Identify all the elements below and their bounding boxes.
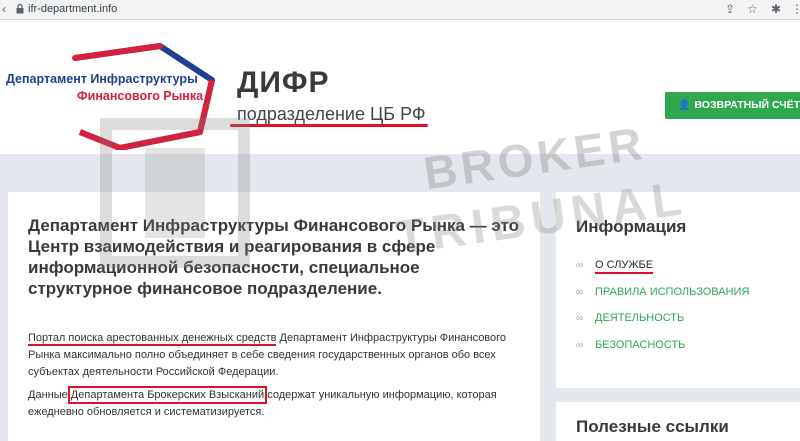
sidebar-title: Информация — [576, 217, 687, 236]
browser-address-bar: ‹ ifr-department.info ⇪ ☆ ✱ ⋮ — [0, 0, 800, 20]
sidebar-item-activity[interactable]: ∞ ДЕЯТЕЛЬНОСТЬ — [576, 312, 684, 324]
extension-icon[interactable]: ✱ — [771, 2, 781, 16]
intro-paragraph: Портал поиска арестованных денежных сред… — [28, 330, 528, 381]
site-header: Департамент Инфраструктуры Финансового Р… — [0, 20, 800, 154]
main-content-card: Департамент Инфраструктуры Финансового Р… — [8, 192, 540, 441]
sidebar-item-label: ПРАВИЛА ИСПОЛЬЗОВАНИЯ — [595, 286, 750, 298]
data-paragraph-start: Данные — [28, 389, 71, 401]
menu-icon[interactable]: ⋮ — [791, 2, 800, 16]
refund-button-label: ВОЗВРАТНЫЙ СЧЁТ — [694, 99, 800, 111]
highlighted-department-text: Департамента Брокерских Взысканий — [67, 386, 268, 404]
highlighted-portal-text: Портал поиска арестованных денежных сред… — [28, 332, 277, 346]
sidebar-item-label: ДЕЯТЕЛЬНОСТЬ — [595, 312, 685, 324]
logo-text-line2: Финансового Рынка — [77, 89, 204, 103]
sidebar-item-label: БЕЗОПАСНОСТЬ — [595, 339, 686, 351]
share-icon[interactable]: ⇪ — [725, 2, 735, 16]
site-title: ДИФР — [237, 66, 330, 99]
subtitle-red-underline — [230, 124, 428, 127]
bookmark-star-icon[interactable]: ☆ — [747, 2, 758, 16]
url-field[interactable]: ifr-department.info — [28, 3, 117, 15]
info-sidebar: Информация ∞ О СЛУЖБЕ ∞ ПРАВИЛА ИСПОЛЬЗОВА… — [556, 192, 800, 388]
link-icon: ∞ — [576, 260, 584, 271]
useful-links-card: Полезные ссылки — [556, 402, 800, 441]
sidebar-item-rules[interactable]: ∞ ПРАВИЛА ИСПОЛЬЗОВАНИЯ — [576, 286, 749, 298]
sidebar-item-label: О СЛУЖБЕ — [595, 259, 654, 274]
useful-links-title: Полезные ссылки — [576, 417, 729, 436]
user-icon: 👤 — [678, 100, 691, 111]
site-subtitle: подразделение ЦБ РФ — [237, 104, 426, 124]
link-icon: ∞ — [576, 313, 584, 324]
sidebar-item-security[interactable]: ∞ БЕЗОПАСНОСТЬ — [576, 339, 685, 351]
sidebar-item-about[interactable]: ∞ О СЛУЖБЕ — [576, 259, 654, 274]
data-paragraph: Данные Департамента Брокерских Взысканий… — [28, 386, 528, 421]
link-icon: ∞ — [576, 340, 584, 351]
main-heading: Департамент Инфраструктуры Финансового Р… — [28, 216, 520, 298]
back-arrow-icon[interactable]: ‹ — [2, 2, 6, 16]
refund-account-button[interactable]: 👤 ВОЗВРАТНЫЙ СЧЁТ — [665, 92, 800, 119]
link-icon: ∞ — [576, 287, 584, 298]
logo-text-line1: Департамент Инфраструктуры — [6, 72, 198, 86]
lock-icon — [16, 4, 24, 14]
